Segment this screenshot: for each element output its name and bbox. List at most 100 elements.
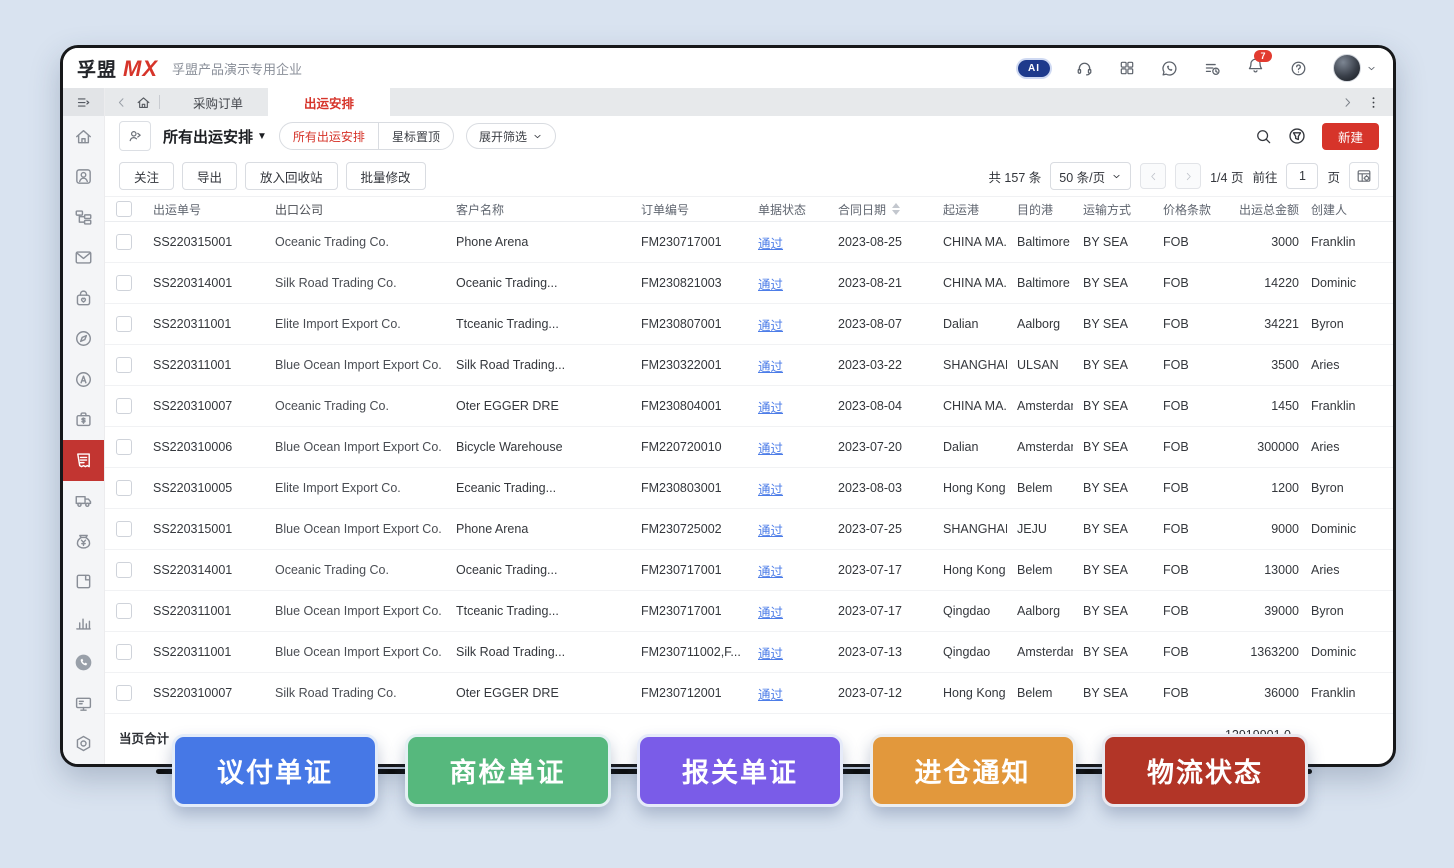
status-link[interactable]: 通过 — [758, 356, 783, 375]
owner-filter-button[interactable] — [119, 121, 151, 151]
row-checkbox[interactable] — [105, 398, 143, 414]
select-all-checkbox[interactable] — [105, 201, 143, 217]
column-header-export-company[interactable]: 出口公司 — [265, 201, 446, 218]
prev-page-button[interactable] — [1140, 163, 1166, 189]
sort-icons[interactable] — [892, 203, 900, 215]
column-header-creator[interactable]: 创建人 — [1303, 201, 1393, 218]
row-checkbox[interactable] — [105, 603, 143, 619]
sidebar-item-money[interactable] — [63, 521, 104, 562]
row-checkbox[interactable] — [105, 316, 143, 332]
status-link[interactable]: 通过 — [758, 561, 783, 580]
cell-status[interactable]: 通过 — [748, 602, 828, 621]
cell-status[interactable]: 通过 — [748, 684, 828, 703]
cell-status[interactable]: 通过 — [748, 233, 828, 252]
flow-button-customs-docs[interactable]: 报关单证 — [637, 734, 843, 807]
page-size-select[interactable]: 50 条/页 — [1050, 162, 1131, 190]
sidebar-item-monitor[interactable] — [63, 683, 104, 724]
column-header-customer-name[interactable]: 客户名称 — [446, 201, 631, 218]
cell-status[interactable]: 通过 — [748, 561, 828, 580]
toolbar-button-放入回收站[interactable]: 放入回收站 — [245, 162, 338, 190]
cell-status[interactable]: 通过 — [748, 397, 828, 416]
status-link[interactable]: 通过 — [758, 520, 783, 539]
column-header-transport-mode[interactable]: 运输方式 — [1073, 201, 1153, 218]
expand-filter-button[interactable]: 展开筛选 — [466, 123, 556, 149]
row-checkbox[interactable] — [105, 685, 143, 701]
status-link[interactable]: 通过 — [758, 479, 783, 498]
more-options-icon[interactable] — [1366, 95, 1381, 110]
cell-status[interactable]: 通过 — [748, 438, 828, 457]
cell-status[interactable]: 通过 — [748, 643, 828, 662]
table-row[interactable]: SS220311001Blue Ocean Import Export Co.S… — [105, 345, 1393, 386]
column-header-departure-port[interactable]: 起运港 — [933, 201, 1007, 218]
status-link[interactable]: 通过 — [758, 315, 783, 334]
view-selector[interactable]: 所有出运安排 ▼ — [163, 126, 267, 147]
status-link[interactable]: 通过 — [758, 684, 783, 703]
row-checkbox[interactable] — [105, 562, 143, 578]
row-checkbox[interactable] — [105, 644, 143, 660]
sidebar-item-marketing[interactable] — [63, 359, 104, 400]
row-checkbox[interactable] — [105, 234, 143, 250]
table-row[interactable]: SS220310006Blue Ocean Import Export Co.B… — [105, 427, 1393, 468]
search-icon[interactable] — [1255, 128, 1272, 145]
help-icon[interactable] — [1290, 60, 1307, 77]
column-header-order-no[interactable]: 订单编号 — [631, 201, 748, 218]
row-checkbox[interactable] — [105, 521, 143, 537]
row-checkbox[interactable] — [105, 439, 143, 455]
cell-status[interactable]: 通过 — [748, 520, 828, 539]
status-link[interactable]: 通过 — [758, 602, 783, 621]
sidebar-item-mail[interactable] — [63, 238, 104, 279]
ai-assistant-badge[interactable]: AI — [1018, 60, 1050, 77]
sidebar-item-finance[interactable] — [63, 400, 104, 441]
apps-grid-icon[interactable] — [1119, 60, 1135, 76]
sidebar-item-truck[interactable] — [63, 481, 104, 522]
column-header-total-amount[interactable]: 出运总金额 — [1228, 201, 1303, 218]
home-icon[interactable] — [136, 95, 151, 110]
flow-button-negotiation-docs[interactable]: 议付单证 — [172, 734, 378, 807]
sidebar-item-shipment[interactable] — [63, 440, 104, 481]
sidebar-item-compass[interactable] — [63, 319, 104, 360]
segment-all[interactable]: 所有出运安排 — [280, 123, 379, 149]
sidebar-item-product[interactable] — [63, 278, 104, 319]
status-link[interactable]: 通过 — [758, 233, 783, 252]
toolbar-button-批量修改[interactable]: 批量修改 — [346, 162, 426, 190]
row-checkbox[interactable] — [105, 357, 143, 373]
notifications[interactable]: 7 — [1247, 57, 1264, 79]
goto-page-input[interactable] — [1286, 163, 1318, 189]
sidebar-item-ledger[interactable] — [63, 562, 104, 603]
filter-funnel-icon[interactable] — [1288, 127, 1306, 145]
table-row[interactable]: SS220311001Elite Import Export Co.Ttcean… — [105, 304, 1393, 345]
toolbar-button-关注[interactable]: 关注 — [119, 162, 174, 190]
sidebar-item-contacts[interactable] — [63, 157, 104, 198]
tab-采购订单[interactable]: 采购订单 — [168, 88, 268, 116]
flow-button-inspection-docs[interactable]: 商检单证 — [405, 734, 611, 807]
status-link[interactable]: 通过 — [758, 274, 783, 293]
status-link[interactable]: 通过 — [758, 643, 783, 662]
segment-starred[interactable]: 星标置顶 — [379, 123, 453, 149]
flow-button-logistics-status[interactable]: 物流状态 — [1102, 734, 1308, 807]
next-page-button[interactable] — [1175, 163, 1201, 189]
status-link[interactable]: 通过 — [758, 397, 783, 416]
row-checkbox[interactable] — [105, 275, 143, 291]
column-header-status[interactable]: 单据状态 — [748, 201, 828, 218]
column-header-shipment-no[interactable]: 出运单号 — [143, 201, 265, 218]
status-link[interactable]: 通过 — [758, 438, 783, 457]
table-row[interactable]: SS220310005Elite Import Export Co.Eceani… — [105, 468, 1393, 509]
row-checkbox[interactable] — [105, 480, 143, 496]
table-row[interactable]: SS220314001Silk Road Trading Co.Oceanic … — [105, 263, 1393, 304]
user-menu[interactable] — [1333, 54, 1377, 82]
cell-status[interactable]: 通过 — [748, 315, 828, 334]
sidebar-item-home[interactable] — [63, 116, 104, 157]
column-header-price-term[interactable]: 价格条款 — [1153, 201, 1228, 218]
flow-button-warehouse-notice[interactable]: 进仓通知 — [870, 734, 1076, 807]
support-headset-icon[interactable] — [1076, 60, 1093, 77]
table-row[interactable]: SS220315001Oceanic Trading Co.Phone Aren… — [105, 222, 1393, 263]
sidebar-item-whatsapp[interactable] — [63, 643, 104, 684]
sidebar-item-settings[interactable] — [63, 724, 104, 765]
sidebar-item-chart[interactable] — [63, 602, 104, 643]
cell-status[interactable]: 通过 — [748, 479, 828, 498]
back-icon[interactable] — [115, 96, 128, 109]
column-settings-button[interactable] — [1349, 162, 1379, 190]
table-row[interactable]: SS220310007Oceanic Trading Co.Oter EGGER… — [105, 386, 1393, 427]
sidebar-item-org[interactable] — [63, 197, 104, 238]
table-row[interactable]: SS220314001Oceanic Trading Co.Oceanic Tr… — [105, 550, 1393, 591]
